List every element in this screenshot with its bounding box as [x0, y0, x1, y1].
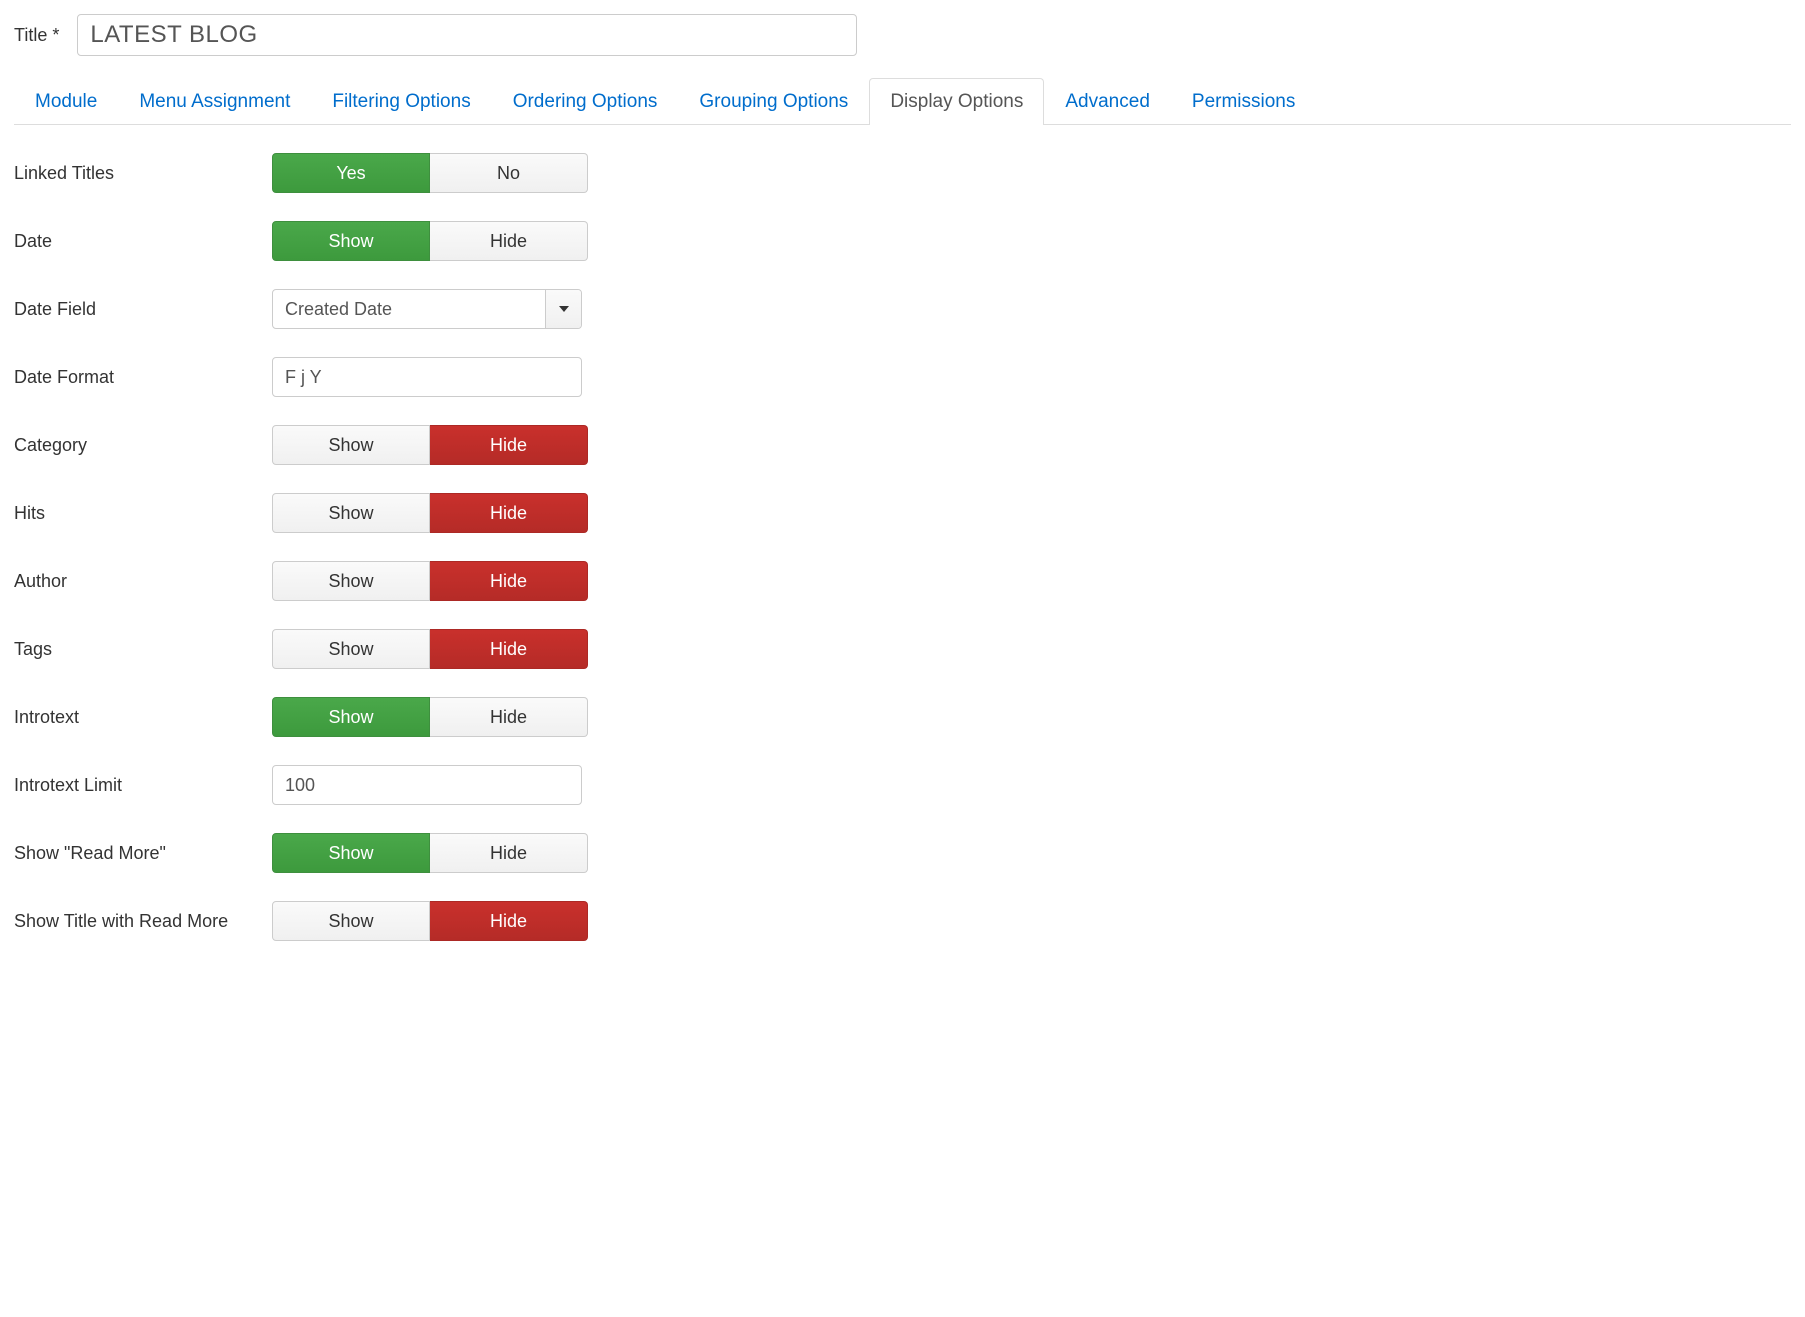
label-title-read-more: Show Title with Read More	[14, 911, 272, 932]
label-linked-titles: Linked Titles	[14, 163, 272, 184]
label-hits: Hits	[14, 503, 272, 524]
date-field-caret[interactable]	[545, 290, 581, 328]
introtext-show[interactable]: Show	[272, 697, 430, 737]
tab-advanced[interactable]: Advanced	[1044, 78, 1171, 125]
label-date: Date	[14, 231, 272, 252]
toggle-title-read-more: Show Hide	[272, 901, 588, 941]
hits-hide[interactable]: Hide	[430, 493, 588, 533]
tab-ordering-options[interactable]: Ordering Options	[492, 78, 679, 125]
title-input[interactable]	[77, 14, 857, 56]
label-date-field: Date Field	[14, 299, 272, 320]
row-hits: Hits Show Hide	[14, 493, 1791, 533]
tab-filtering-options[interactable]: Filtering Options	[311, 78, 491, 125]
row-date-format: Date Format	[14, 357, 1791, 397]
label-category: Category	[14, 435, 272, 456]
tab-display-options[interactable]: Display Options	[869, 78, 1044, 125]
chevron-down-icon	[559, 306, 569, 312]
read-more-show[interactable]: Show	[272, 833, 430, 873]
category-show[interactable]: Show	[272, 425, 430, 465]
row-introtext-limit: Introtext Limit	[14, 765, 1791, 805]
tags-hide[interactable]: Hide	[430, 629, 588, 669]
tab-menu-assignment[interactable]: Menu Assignment	[118, 78, 311, 125]
label-author: Author	[14, 571, 272, 592]
label-tags: Tags	[14, 639, 272, 660]
toggle-introtext: Show Hide	[272, 697, 588, 737]
title-row: Title *	[14, 14, 1791, 56]
author-show[interactable]: Show	[272, 561, 430, 601]
row-introtext: Introtext Show Hide	[14, 697, 1791, 737]
linked-titles-no[interactable]: No	[430, 153, 588, 193]
row-tags: Tags Show Hide	[14, 629, 1791, 669]
linked-titles-yes[interactable]: Yes	[272, 153, 430, 193]
category-hide[interactable]: Hide	[430, 425, 588, 465]
label-introtext: Introtext	[14, 707, 272, 728]
tab-permissions[interactable]: Permissions	[1171, 78, 1316, 125]
hits-show[interactable]: Show	[272, 493, 430, 533]
row-category: Category Show Hide	[14, 425, 1791, 465]
tab-module[interactable]: Module	[14, 78, 118, 125]
tab-grouping-options[interactable]: Grouping Options	[678, 78, 869, 125]
row-date: Date Show Hide	[14, 221, 1791, 261]
author-hide[interactable]: Hide	[430, 561, 588, 601]
tags-show[interactable]: Show	[272, 629, 430, 669]
title-label: Title *	[14, 25, 59, 46]
tabs: Module Menu Assignment Filtering Options…	[14, 78, 1791, 125]
row-author: Author Show Hide	[14, 561, 1791, 601]
introtext-hide[interactable]: Hide	[430, 697, 588, 737]
toggle-category: Show Hide	[272, 425, 588, 465]
introtext-limit-input[interactable]	[272, 765, 582, 805]
label-introtext-limit: Introtext Limit	[14, 775, 272, 796]
label-date-format: Date Format	[14, 367, 272, 388]
toggle-author: Show Hide	[272, 561, 588, 601]
read-more-hide[interactable]: Hide	[430, 833, 588, 873]
title-read-more-show[interactable]: Show	[272, 901, 430, 941]
date-format-input[interactable]	[272, 357, 582, 397]
toggle-linked-titles: Yes No	[272, 153, 588, 193]
date-field-value: Created Date	[273, 290, 545, 328]
toggle-tags: Show Hide	[272, 629, 588, 669]
row-read-more: Show "Read More" Show Hide	[14, 833, 1791, 873]
toggle-hits: Show Hide	[272, 493, 588, 533]
date-show[interactable]: Show	[272, 221, 430, 261]
row-title-read-more: Show Title with Read More Show Hide	[14, 901, 1791, 941]
date-hide[interactable]: Hide	[430, 221, 588, 261]
title-read-more-hide[interactable]: Hide	[430, 901, 588, 941]
label-read-more: Show "Read More"	[14, 843, 272, 864]
row-date-field: Date Field Created Date	[14, 289, 1791, 329]
toggle-read-more: Show Hide	[272, 833, 588, 873]
row-linked-titles: Linked Titles Yes No	[14, 153, 1791, 193]
date-field-select[interactable]: Created Date	[272, 289, 582, 329]
toggle-date: Show Hide	[272, 221, 588, 261]
